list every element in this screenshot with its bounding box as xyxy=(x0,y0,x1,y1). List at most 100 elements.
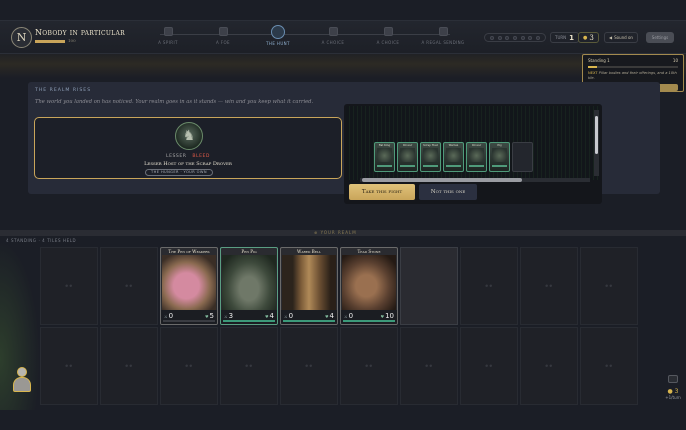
pip-icon xyxy=(520,35,525,40)
fight-picker: Rat King Drover Scrap Host Warren Drover… xyxy=(344,104,602,204)
decline-fight-button[interactable]: Not this one xyxy=(419,184,477,200)
heart-icon: ♥ xyxy=(204,314,209,319)
standing-progress-bar xyxy=(588,66,678,68)
mini-card[interactable]: Pig xyxy=(489,142,510,172)
board-tile[interactable]: ⊕ ⊕ xyxy=(580,247,638,325)
chest-icon[interactable] xyxy=(668,375,678,383)
step-icon xyxy=(218,27,228,36)
player-avatar[interactable]: N xyxy=(11,27,32,48)
board-tile[interactable]: ⊕ ⊕ xyxy=(580,327,638,405)
mini-card-bar xyxy=(469,165,484,167)
tile-label: ⊕ ⊕ xyxy=(605,284,613,288)
board-tile[interactable]: ⊕ ⊕ xyxy=(460,247,518,325)
board-divider: ⊕ YOUR REALM xyxy=(0,230,686,236)
mini-card[interactable]: Scrap Host xyxy=(420,142,441,172)
card-health-value: 4 xyxy=(329,312,334,320)
board-tile[interactable] xyxy=(400,247,458,325)
tile-label: ⊕ ⊕ xyxy=(545,284,553,288)
realm-subtitle: The world you landed on has noticed. You… xyxy=(35,99,314,105)
card-footer: ⚔3 ♥4 xyxy=(221,310,277,324)
step-label: THE HUNT xyxy=(266,41,290,46)
board-tile[interactable]: ⊕ ⊕ xyxy=(400,327,458,405)
sword-icon: ⚔ xyxy=(224,314,228,319)
horizontal-scrollbar[interactable] xyxy=(360,178,590,182)
card-attack-value: 0 xyxy=(348,312,354,320)
hero-head-icon xyxy=(17,367,27,377)
card-art xyxy=(282,255,336,311)
tile-label: ⊕ ⊕ xyxy=(425,364,433,368)
enemy-card[interactable]: ♞ LESSER BLEED Lesser Host of the Scrap … xyxy=(34,117,342,179)
board-tile[interactable]: ⊕ ⊕ xyxy=(340,327,398,405)
step-icon xyxy=(383,27,393,36)
realm-card[interactable]: The Pen of Weakers ⚔0 ♥5 xyxy=(160,247,218,325)
mini-card-bar xyxy=(400,165,415,167)
divider-mark: ⊕ YOUR REALM xyxy=(314,230,357,235)
beast-icon: ♞ xyxy=(182,128,196,144)
card-attack-value: 0 xyxy=(168,312,174,320)
pip-icon xyxy=(512,35,517,40)
enemy-keyword: BLEED xyxy=(192,154,210,159)
mini-card[interactable]: Drover xyxy=(397,142,418,172)
card-title: Pen Pig xyxy=(241,249,257,254)
realm-card[interactable]: Pen Pig ⚔3 ♥4 xyxy=(220,247,278,325)
card-art xyxy=(342,255,396,311)
card-attack-value: 0 xyxy=(288,312,294,320)
card-title: Tead Stone xyxy=(357,249,381,254)
heart-icon: ♥ xyxy=(380,314,385,319)
hero-token[interactable] xyxy=(10,364,34,394)
card-bar xyxy=(223,320,275,322)
standing-value: 1 xyxy=(607,58,610,63)
card-footer: ⚔0 ♥5 xyxy=(161,310,217,324)
board-tile[interactable]: ⊕ ⊕ xyxy=(160,327,218,405)
mini-card[interactable]: Rat King xyxy=(374,142,395,172)
card-health: ♥4 xyxy=(325,312,334,320)
mini-card-art xyxy=(446,148,461,162)
step-icon xyxy=(438,27,448,36)
standing-header: Standing 1 10 xyxy=(588,58,678,63)
card-health: ♥4 xyxy=(265,312,274,320)
board-tile[interactable]: ⊕ ⊕ xyxy=(520,247,578,325)
vertical-scrollbar[interactable] xyxy=(594,110,599,176)
note-text: Pillar bodies and their offerings, and a… xyxy=(588,71,677,80)
turn-pips xyxy=(484,33,546,42)
enemy-tier-line: LESSER BLEED xyxy=(35,154,341,159)
step-icon xyxy=(163,27,173,36)
board-tile[interactable]: ⊕ ⊕ xyxy=(40,247,98,325)
pip-icon xyxy=(505,35,510,40)
side-gold-stat: ● 3 +1/turn xyxy=(664,375,682,400)
mini-card[interactable]: Drover xyxy=(466,142,487,172)
step-label: A CHOICE xyxy=(376,40,400,45)
mini-card-art xyxy=(423,148,438,162)
take-fight-button[interactable]: Take this fight xyxy=(349,184,415,200)
mini-card[interactable]: Warren xyxy=(443,142,464,172)
card-attack: ⚔3 xyxy=(224,312,233,320)
turn-label: TURN xyxy=(555,35,567,40)
card-health-value: 5 xyxy=(209,312,214,320)
tile-label: ⊕ ⊕ xyxy=(485,364,493,368)
tile-label: ⊕ ⊕ xyxy=(65,284,73,288)
horizontal-scroll-thumb[interactable] xyxy=(362,178,522,182)
tile-label: ⊕ ⊕ xyxy=(605,364,613,368)
vertical-scroll-thumb[interactable] xyxy=(595,116,598,154)
gold-value: 3 xyxy=(589,33,594,42)
step-label: A FOE xyxy=(216,40,230,45)
coin-icon: ● xyxy=(583,34,588,41)
step-label: A CHOICE xyxy=(321,40,345,45)
realm-card[interactable]: Tead Stone ⚔0 ♥10 xyxy=(340,247,398,325)
board-tile[interactable]: ⊕ ⊕ xyxy=(100,327,158,405)
board-tile[interactable]: ⊕ ⊕ xyxy=(280,327,338,405)
card-attack: ⚔0 xyxy=(164,312,173,320)
board-tile[interactable]: ⊕ ⊕ xyxy=(220,327,278,405)
board-tile[interactable]: ⊕ ⊕ xyxy=(40,327,98,405)
realm-card[interactable]: Wared Bell ⚔0 ♥4 xyxy=(280,247,338,325)
sound-toggle[interactable]: ◀ Sound on xyxy=(604,32,638,43)
hero-body-icon xyxy=(13,377,31,392)
mini-card-bar xyxy=(446,165,461,167)
board-tile[interactable]: ⊕ ⊕ xyxy=(460,327,518,405)
board-tile[interactable]: ⊕ ⊕ xyxy=(520,327,578,405)
settings-button[interactable]: Settings xyxy=(646,32,674,43)
tile-label: ⊕ ⊕ xyxy=(545,364,553,368)
board-tile[interactable]: ⊕ ⊕ xyxy=(100,247,158,325)
fight-lane[interactable]: Rat King Drover Scrap Host Warren Drover… xyxy=(346,106,600,182)
gold-counter: ● 3 xyxy=(578,32,599,43)
